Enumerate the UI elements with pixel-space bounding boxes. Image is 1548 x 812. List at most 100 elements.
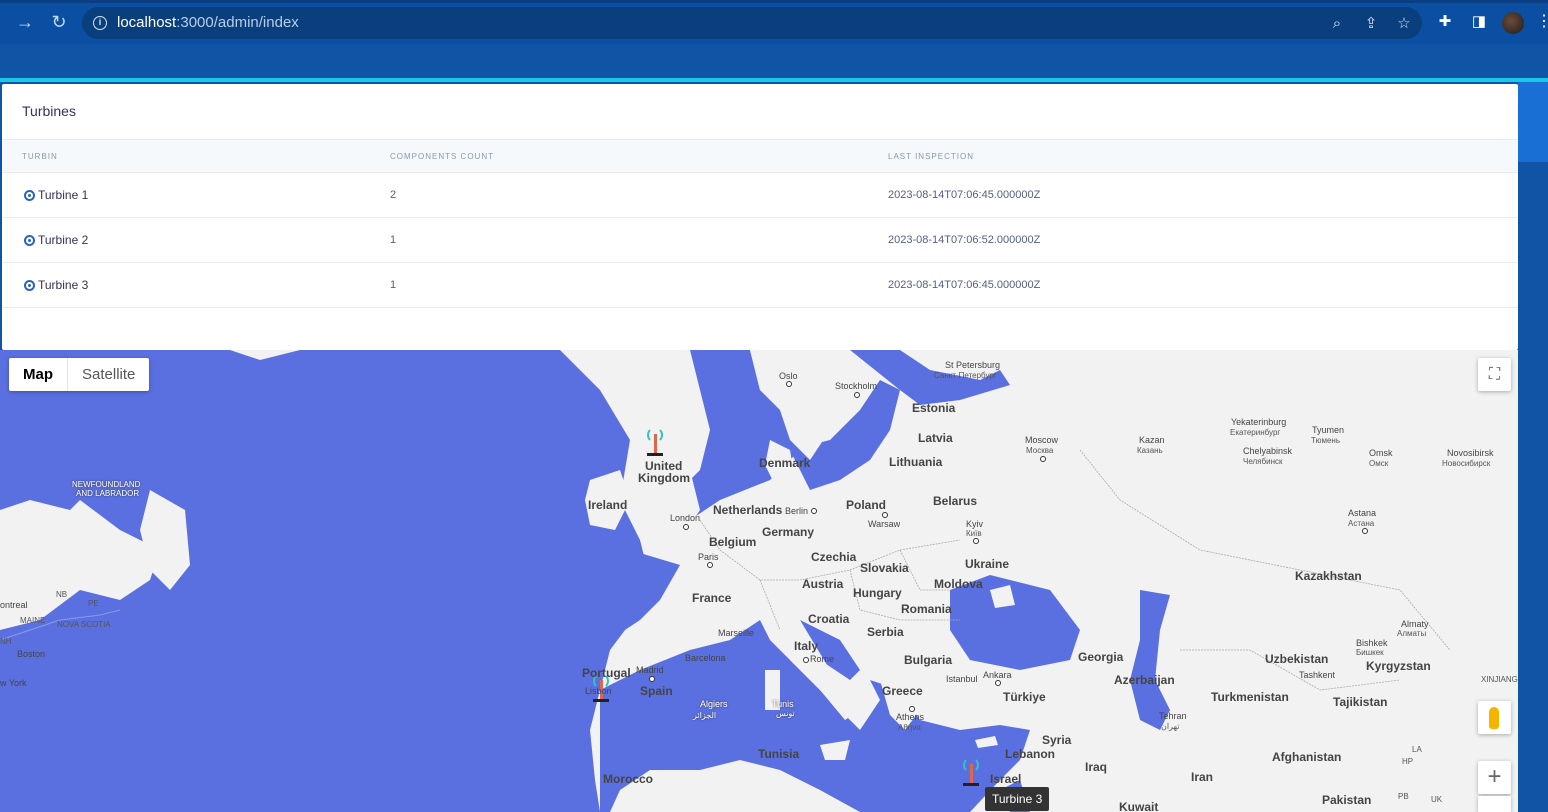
map-label: NB [56, 590, 68, 599]
city-marker [909, 706, 915, 712]
zoom-icon[interactable]: ⌕ [1328, 15, 1346, 33]
extensions-puzzle-icon[interactable]: ✚ [1435, 12, 1455, 32]
map-label: Kyiv [966, 519, 984, 529]
map-label: London [670, 513, 701, 523]
turbine-link[interactable]: Turbine 3 [24, 278, 88, 292]
map-label: Paris [698, 552, 719, 562]
map-type-satellite-button[interactable]: Satellite [68, 358, 149, 391]
fullscreen-icon[interactable]: ⛶ [1478, 358, 1511, 391]
forward-icon[interactable]: → [13, 10, 37, 34]
map-label: Kazakhstan [1295, 569, 1362, 583]
profile-avatar[interactable] [1502, 12, 1524, 34]
turbine-link[interactable]: Turbine 2 [24, 233, 88, 247]
map-label: Denmark [759, 456, 811, 470]
map-label: Afghanistan [1272, 750, 1342, 764]
map-label: Azerbaijan [1114, 673, 1175, 687]
map-label: تهران [1161, 722, 1180, 731]
map-label: Omsk [1369, 448, 1393, 458]
table-row[interactable]: Turbine 1 2 2023-08-14T07:06:45.000000Z [2, 173, 1518, 218]
map-label: Омск [1369, 459, 1389, 468]
turbine-link[interactable]: Turbine 1 [24, 188, 88, 202]
table-row[interactable]: Turbine 3 1 2023-08-14T07:06:45.000000Z [2, 263, 1518, 308]
map-label: Tehran [1159, 711, 1187, 721]
turbine-marker[interactable] [960, 754, 982, 786]
map-label: Morocco [603, 772, 654, 786]
bookmark-star-icon[interactable]: ☆ [1395, 15, 1413, 33]
marker-base [963, 783, 979, 786]
map-label: w York [0, 678, 27, 688]
street-view-pegman-icon[interactable] [1478, 701, 1511, 734]
city-marker [1040, 456, 1046, 462]
map-label: Lisbon [585, 686, 612, 696]
zoom-out-button[interactable] [1478, 796, 1511, 812]
marker-base [647, 453, 663, 456]
more-menu-icon[interactable]: ⋮ [1536, 12, 1548, 32]
city-marker [649, 676, 655, 682]
map-type-map-button[interactable]: Map [9, 358, 68, 391]
column-header-last-inspection: Last inspection [888, 152, 974, 161]
city-marker [854, 392, 860, 398]
map-label: Slovakia [860, 561, 909, 575]
map-label: PE [88, 599, 99, 608]
zoom-in-button[interactable]: + [1478, 761, 1511, 794]
url-text[interactable]: localhost:3000/admin/index [117, 14, 299, 31]
reload-icon[interactable]: ↻ [47, 10, 71, 34]
wind-turbine-icon [647, 427, 663, 443]
map-label: St Petersburg [945, 360, 1001, 370]
map-label: Алматы [1397, 629, 1427, 638]
pegman-figure [1489, 707, 1499, 729]
map-label: AND LABRADOR [76, 489, 140, 498]
map-label: Ankara [983, 670, 1012, 680]
tab-strip-edge [0, 0, 1548, 3]
map-label: Kingdom [638, 471, 690, 485]
map-label: Kazan [1139, 435, 1165, 445]
map-label: Tashkent [1299, 670, 1336, 680]
map-label: MAINE [20, 616, 46, 625]
share-icon[interactable]: ⇪ [1362, 15, 1380, 33]
map-label: Tajikistan [1333, 695, 1388, 709]
turbine-icon [24, 189, 35, 201]
page-side-strip [1518, 82, 1548, 162]
map-label: NEWFOUNDLAND [72, 480, 141, 489]
address-bar[interactable]: i localhost:3000/admin/index ⌕ ⇪ ☆ [82, 7, 1422, 39]
map-label: Novosibirsk [1447, 448, 1494, 458]
table-row[interactable]: Turbine 2 1 2023-08-14T07:06:52.000000Z [2, 218, 1518, 263]
column-header-turbin: Turbin [22, 152, 58, 161]
map-label: Israel [990, 772, 1022, 786]
map-label: Tunis [772, 699, 794, 709]
map-label: Athens [896, 712, 925, 722]
map-label: Казань [1137, 446, 1163, 455]
map-label: Oslo [779, 371, 798, 381]
map-label: Moldova [934, 577, 983, 591]
map-label: Bishkek [1356, 638, 1388, 648]
city-marker [973, 538, 979, 544]
table-header: Turbin Components count Last inspection [2, 139, 1518, 173]
turbine-name: Turbine 1 [38, 188, 89, 202]
map-label: Italy [794, 639, 819, 653]
map-label: Pakistan [1322, 793, 1372, 807]
url-host: localhost [117, 14, 177, 31]
wind-turbine-icon [963, 757, 979, 773]
map-label: Lebanon [1005, 747, 1055, 761]
map-type-control: Map Satellite [9, 358, 150, 391]
map-geography [0, 350, 1451, 812]
map-label: Екатеринбург [1230, 428, 1281, 437]
map-label: Syria [1042, 733, 1072, 747]
city-marker [707, 562, 713, 568]
turbines-map[interactable]: Map Satellite ⛶ + Turbine 3 Ireland Unit… [0, 350, 1518, 812]
components-count-cell: 2 [390, 189, 397, 201]
map-label: Austria [802, 577, 844, 591]
turbine-name: Turbine 3 [38, 278, 89, 292]
map-label: Georgia [1078, 650, 1124, 664]
city-marker [683, 524, 689, 530]
map-label: تونس [776, 709, 795, 718]
site-info-icon[interactable]: i [93, 16, 107, 30]
app-header [0, 44, 1548, 80]
map-label: Czechia [811, 550, 857, 564]
side-panel-icon[interactable]: ◨ [1469, 12, 1489, 32]
map-label: Berlin [785, 506, 809, 516]
map-label: Kyrgyzstan [1366, 659, 1431, 673]
map-label: Turkmenistan [1211, 690, 1289, 704]
city-marker [882, 512, 888, 518]
turbine-marker[interactable] [644, 424, 666, 456]
